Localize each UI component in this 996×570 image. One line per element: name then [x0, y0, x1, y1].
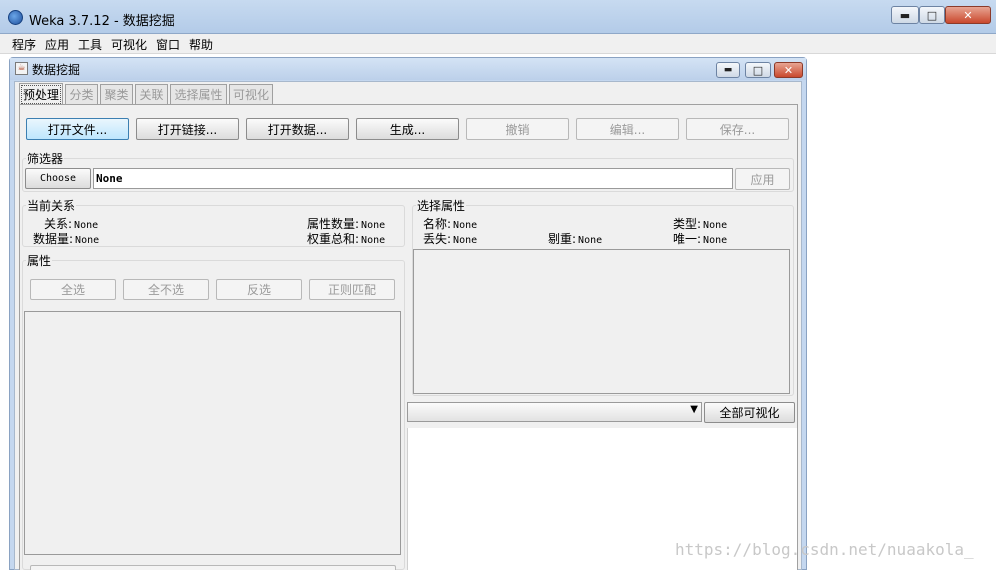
filter-label: 筛选器	[26, 150, 65, 167]
inner-minimize-button[interactable]: ▬	[716, 62, 740, 78]
chevron-down-icon: ▼	[690, 404, 698, 415]
select-all-button[interactable]: 全选	[30, 279, 116, 300]
missing-stat: 丢失: None	[423, 230, 477, 247]
minimize-icon: ▬	[899, 8, 911, 22]
attributes-list[interactable]	[24, 311, 401, 555]
relation-label: 关系:	[44, 217, 73, 231]
filter-field[interactable]: None	[93, 168, 733, 189]
distinct-value: None	[578, 235, 603, 246]
inner-titlebar	[10, 58, 806, 80]
open-db-button[interactable]: 打开数据...	[246, 118, 349, 140]
instances-value: None	[75, 235, 100, 246]
sum-weights-value: None	[361, 235, 386, 246]
missing-label: 丢失:	[423, 232, 452, 246]
attribute-stats-table[interactable]	[413, 249, 790, 394]
maximize-button[interactable]: □	[919, 6, 945, 24]
tab-associate[interactable]: 关联	[135, 84, 168, 104]
attributes-label: 属性	[26, 252, 53, 269]
instances-stat: 数据量: None	[33, 230, 99, 247]
distinct-label: 剔重:	[548, 232, 577, 246]
remove-button-edge[interactable]	[30, 565, 396, 570]
menu-window[interactable]: 窗口	[156, 36, 180, 53]
name-label: 名称:	[423, 217, 452, 231]
invert-selection-button[interactable]: 反选	[216, 279, 302, 300]
close-button[interactable]: ✕	[945, 6, 991, 24]
app-title: Weka 3.7.12 - 数据挖掘	[29, 14, 175, 29]
generate-button[interactable]: 生成...	[356, 118, 459, 140]
close-icon: ✕	[963, 8, 973, 22]
minimize-icon: ▬	[723, 65, 733, 75]
undo-button[interactable]: 撤销	[466, 118, 569, 140]
inner-close-button[interactable]: ✕	[774, 62, 803, 78]
missing-value: None	[453, 235, 478, 246]
open-url-button[interactable]: 打开链接...	[136, 118, 239, 140]
menu-visualize[interactable]: 可视化	[111, 36, 147, 53]
pattern-button[interactable]: 正则匹配	[309, 279, 395, 300]
tab-label: 预处理	[20, 84, 61, 104]
class-select[interactable]: ▼	[407, 402, 702, 422]
menu-program[interactable]: 程序	[12, 36, 36, 53]
tab-classify[interactable]: 分类	[65, 84, 98, 104]
sum-weights-label: 权重总和:	[307, 232, 360, 246]
maximize-icon: □	[752, 63, 764, 77]
unique-label: 唯一:	[673, 232, 702, 246]
distinct-stat: 剔重: None	[548, 230, 602, 247]
java-icon: ☕	[15, 62, 28, 75]
instances-label: 数据量:	[33, 232, 74, 246]
menu-tools[interactable]: 工具	[78, 36, 102, 53]
minimize-button[interactable]: ▬	[891, 6, 919, 24]
save-button[interactable]: 保存...	[686, 118, 789, 140]
inner-maximize-button[interactable]: □	[745, 62, 771, 78]
menu-help[interactable]: 帮助	[189, 36, 213, 53]
filter-choose-button[interactable]: Choose	[25, 168, 91, 189]
attributes-count-label: 属性数量:	[307, 217, 360, 231]
current-relation-label: 当前关系	[26, 197, 77, 214]
unique-stat: 唯一: None	[673, 230, 727, 247]
weka-bird-icon	[8, 10, 23, 25]
inner-window-title: 数据挖掘	[32, 63, 81, 77]
select-none-button[interactable]: 全不选	[123, 279, 209, 300]
edit-button[interactable]: 编辑...	[576, 118, 679, 140]
selected-attribute-label: 选择属性	[416, 197, 467, 214]
filter-apply-button[interactable]: 应用	[735, 168, 790, 190]
choose-label: Choose	[39, 173, 77, 184]
type-label: 类型:	[673, 217, 702, 231]
close-icon: ✕	[783, 63, 794, 77]
open-file-button[interactable]: 打开文件...	[26, 118, 129, 140]
menu-apply[interactable]: 应用	[45, 36, 69, 53]
tab-select-attributes[interactable]: 选择属性	[170, 84, 227, 104]
unique-value: None	[703, 235, 728, 246]
sum-weights-stat: 权重总和: None	[307, 230, 385, 247]
tab-preprocess[interactable]: 预处理	[19, 83, 63, 104]
tab-visualize[interactable]: 可视化	[229, 84, 273, 104]
visualize-all-button[interactable]: 全部可视化	[704, 402, 795, 423]
menu-bar: 程序 应用 工具 可视化 窗口 帮助	[0, 34, 996, 54]
watermark-text: https://blog.csdn.net/nuaakola_	[675, 540, 974, 559]
maximize-icon: □	[926, 8, 938, 22]
tab-cluster[interactable]: 聚类	[100, 84, 133, 104]
